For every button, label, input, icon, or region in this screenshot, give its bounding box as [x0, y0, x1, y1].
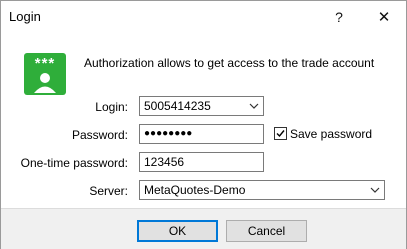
dialog-body: *** Authorization allows to get access t…: [1, 32, 406, 208]
chevron-down-icon: [249, 103, 259, 109]
button-bar: OK Cancel: [1, 208, 406, 249]
close-button[interactable]: ✕: [362, 1, 406, 32]
help-button[interactable]: ?: [317, 1, 361, 32]
chevron-down-icon: [370, 187, 380, 193]
login-dialog: Login ? ✕ *** Authorization allows to ge…: [0, 0, 407, 249]
one-time-password-label: One-time password:: [20, 156, 128, 170]
save-password-label[interactable]: Save password: [290, 127, 372, 141]
password-field[interactable]: ●●●●●●●●: [139, 124, 264, 144]
server-value: MetaQuotes-Demo: [144, 183, 246, 197]
title-bar: Login ? ✕: [1, 1, 406, 32]
user-silhouette-icon: [34, 73, 56, 93]
save-password-checkbox[interactable]: [274, 127, 287, 140]
window-title: Login: [9, 9, 41, 24]
account-icon: ***: [24, 53, 66, 95]
authorization-message: Authorization allows to get access to th…: [84, 56, 375, 70]
one-time-password-field[interactable]: 123456: [139, 152, 264, 172]
server-combobox[interactable]: MetaQuotes-Demo: [139, 180, 385, 200]
cancel-button[interactable]: Cancel: [226, 220, 307, 242]
login-value: 5005414235: [144, 99, 211, 113]
ok-button[interactable]: OK: [137, 220, 218, 242]
login-label: Login:: [95, 100, 128, 114]
server-label: Server:: [89, 184, 128, 198]
password-label: Password:: [71, 128, 128, 142]
checkmark-icon: [276, 130, 285, 138]
login-combobox[interactable]: 5005414235: [139, 96, 264, 116]
